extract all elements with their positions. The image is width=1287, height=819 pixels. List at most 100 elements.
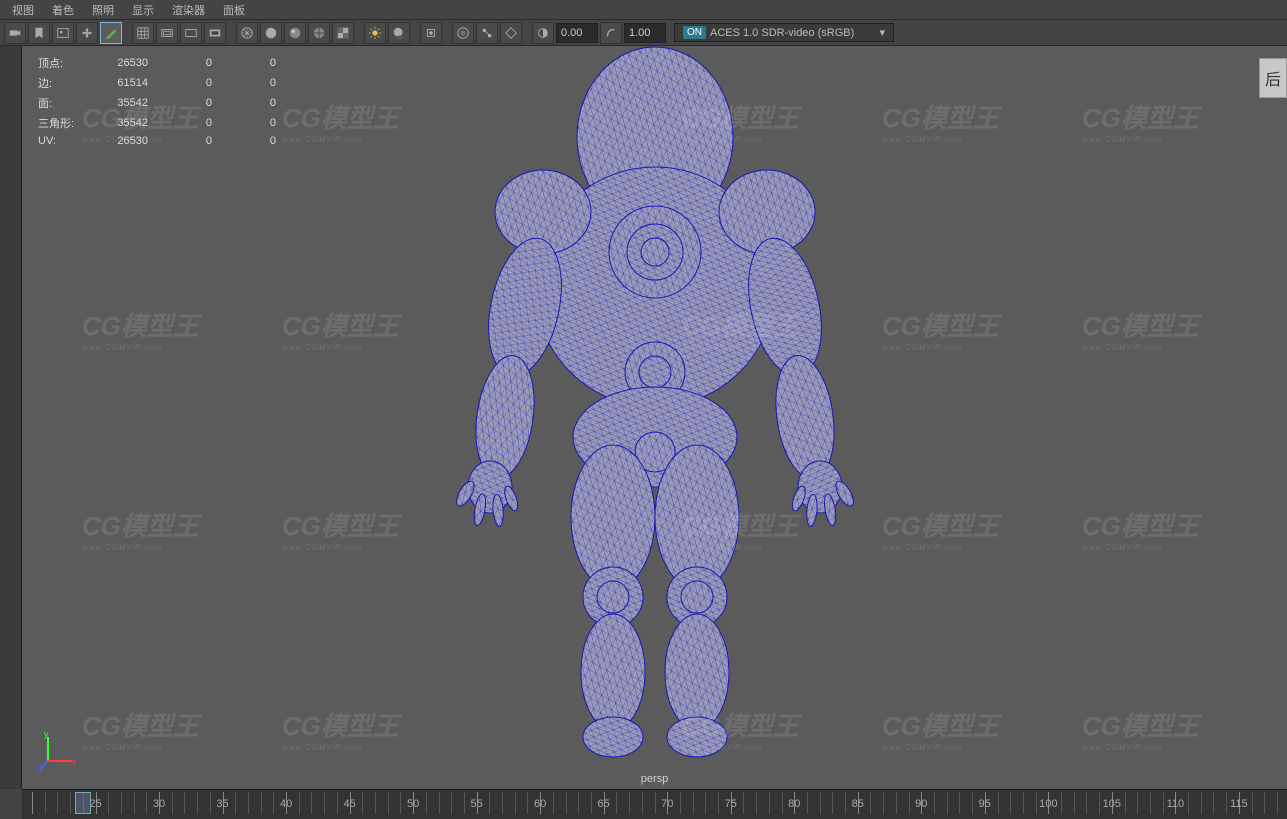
timeline-tick (1010, 792, 1011, 814)
timeline-tick-label: 25 (89, 798, 101, 810)
timeline-tick (553, 792, 554, 814)
timeline-tick-label: 105 (1103, 798, 1121, 810)
xray-joints-button[interactable] (476, 22, 498, 44)
timeline-tick (108, 792, 109, 814)
timeline-tick-label: 60 (534, 798, 546, 810)
timeline-tick (172, 792, 173, 814)
shadows-button[interactable] (388, 22, 410, 44)
timeline-tick (1277, 792, 1278, 814)
timeline-tick (718, 792, 719, 814)
menu-lighting[interactable]: 照明 (84, 0, 122, 20)
timeline-tick-label: 100 (1039, 798, 1057, 810)
resolution-gate-button[interactable] (180, 22, 202, 44)
timeline-tick (235, 792, 236, 814)
timeline-tick (769, 792, 770, 814)
mesh-robot-wireframe[interactable] (415, 46, 895, 765)
timeline-tick (1188, 792, 1189, 814)
timeline-tick (998, 792, 999, 814)
exposure-input[interactable] (556, 23, 598, 43)
hud-row-verts: 顶点:2653000 (38, 54, 292, 72)
timeline-tick-label: 40 (280, 798, 292, 810)
timeline-tick (1150, 792, 1151, 814)
timeline-tick-label: 55 (471, 798, 483, 810)
timeline-tick (820, 792, 821, 814)
wireframe-on-shaded-button[interactable] (308, 22, 330, 44)
menu-show[interactable]: 显示 (124, 0, 162, 20)
grease-pencil-button[interactable] (100, 22, 122, 44)
select-camera-button[interactable] (4, 22, 26, 44)
timeline-tick (1163, 792, 1164, 814)
axis-x-label: x (72, 757, 77, 767)
timeline-tick (1201, 792, 1202, 814)
timeline-tick-label: 95 (979, 798, 991, 810)
gate-mask-button[interactable] (204, 22, 226, 44)
hud-row-edges: 边:6151400 (38, 74, 292, 92)
timeline-tick (578, 792, 579, 814)
timeline-tick (934, 792, 935, 814)
timeline-tick-label: 75 (725, 798, 737, 810)
timeline-tick (527, 792, 528, 814)
menu-renderer[interactable]: 渲染器 (164, 0, 213, 20)
timeline-tick (743, 792, 744, 814)
timeline-tick (1099, 792, 1100, 814)
use-default-material-button[interactable] (284, 22, 306, 44)
bookmark-button[interactable] (28, 22, 50, 44)
timeline-tick (566, 792, 567, 814)
timeline-tick (121, 792, 122, 814)
menu-panels[interactable]: 面板 (215, 0, 253, 20)
timeline-tick (1226, 792, 1227, 814)
timeline-tick (680, 792, 681, 814)
timeline-tick (248, 792, 249, 814)
timeline-tick (947, 792, 948, 814)
timeline-tick (1023, 792, 1024, 814)
textured-button[interactable] (332, 22, 354, 44)
persp-viewport[interactable]: 顶点:2653000 边:6151400 面:3554200 三角形:35542… (22, 46, 1287, 789)
viewport-container: 顶点:2653000 边:6151400 面:3554200 三角形:35542… (22, 46, 1287, 789)
gamma-button[interactable] (600, 22, 622, 44)
timeline-tick (299, 792, 300, 814)
exposure-button[interactable] (532, 22, 554, 44)
timeline-tick (388, 792, 389, 814)
wireframe-button[interactable] (236, 22, 258, 44)
timeline-tick (1086, 792, 1087, 814)
timeline-playhead[interactable] (75, 792, 91, 814)
axis-y-label: y (44, 731, 49, 739)
timeline-tick-label: 35 (216, 798, 228, 810)
timeline-tick (1061, 792, 1062, 814)
timeline-tick (502, 792, 503, 814)
poly-count-hud: 顶点:2653000 边:6151400 面:3554200 三角形:35542… (36, 52, 294, 150)
viewport-toolbar: ON ACES 1.0 SDR-video (sRGB) ▾ (0, 20, 1287, 46)
side-toggle-button[interactable]: 后 (1259, 58, 1287, 98)
timeline-tick (1125, 792, 1126, 814)
timeline-tick (261, 792, 262, 814)
timeline-tick (45, 792, 46, 814)
gamma-input[interactable] (624, 23, 666, 43)
xray-components-button[interactable] (500, 22, 522, 44)
film-gate-button[interactable] (156, 22, 178, 44)
timeline-tick-label: 85 (852, 798, 864, 810)
timeline-tick-label: 80 (788, 798, 800, 810)
2d-pan-zoom-button[interactable] (76, 22, 98, 44)
grid-button[interactable] (132, 22, 154, 44)
timeline-tick (1074, 792, 1075, 814)
timeline-tick (57, 792, 58, 814)
timeline-ruler[interactable]: 2530354045505560657075808590951001051101… (32, 792, 1277, 814)
axis-gizmo: y x z (38, 731, 78, 771)
timeline-tick (32, 792, 33, 814)
smooth-shade-button[interactable] (260, 22, 282, 44)
xray-button[interactable] (452, 22, 474, 44)
timeline-tick (642, 792, 643, 814)
isolate-select-button[interactable] (420, 22, 442, 44)
timeline-tick (1213, 792, 1214, 814)
camera-name-label: persp (641, 773, 669, 785)
image-plane-button[interactable] (52, 22, 74, 44)
menu-shading[interactable]: 着色 (44, 0, 82, 20)
timeline-tick (400, 792, 401, 814)
hud-row-tris: 三角形:3554200 (38, 114, 292, 132)
timeline[interactable]: 2530354045505560657075808590951001051101… (22, 789, 1287, 819)
use-all-lights-button[interactable] (364, 22, 386, 44)
left-panel-strip[interactable] (0, 46, 22, 789)
menu-view[interactable]: 视图 (4, 0, 42, 20)
color-space-dropdown[interactable]: ON ACES 1.0 SDR-video (sRGB) ▾ (674, 23, 894, 42)
timeline-tick-label: 90 (915, 798, 927, 810)
